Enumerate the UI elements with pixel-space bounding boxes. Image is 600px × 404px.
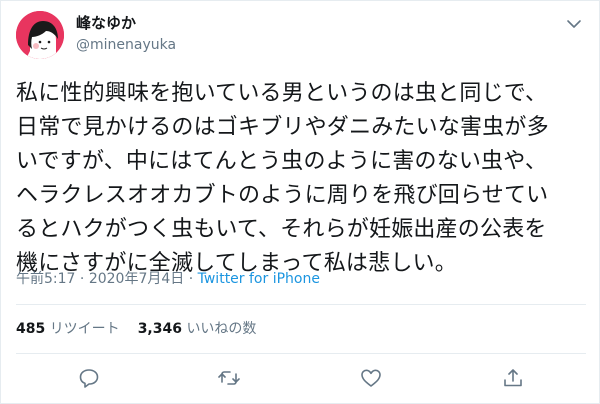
user-handle[interactable]: @minenayuka xyxy=(76,35,176,55)
divider-2 xyxy=(16,353,586,354)
display-name[interactable]: 峰なゆか xyxy=(76,13,176,33)
tweet-date[interactable]: 2020年7月4日 xyxy=(89,271,184,287)
retweets-stat[interactable]: 485 リツイート xyxy=(16,321,120,337)
likes-label: いいねの数 xyxy=(186,321,257,337)
divider xyxy=(16,304,586,305)
tweet-text: 私に性的興味を抱いている男というのは虫と同じで、 日常で見かけるのはゴキブリやダ… xyxy=(16,81,549,276)
tweet-stats: 485 リツイート 3,346 いいねの数 xyxy=(16,319,256,339)
tweet-source[interactable]: Twitter for iPhone xyxy=(198,271,320,287)
tweet-time[interactable]: 午前5:17 xyxy=(16,271,75,287)
tweet-meta: 午前5:17 · 2020年7月4日 · Twitter for iPhone xyxy=(16,269,320,289)
heart-icon[interactable] xyxy=(359,366,385,392)
share-icon[interactable] xyxy=(501,366,527,392)
retweet-icon[interactable] xyxy=(217,366,243,392)
meta-separator: · xyxy=(75,271,89,287)
tweet-card: 峰なゆか @minenayuka 私に性的興味を抱いている男というのは虫と同じで… xyxy=(0,0,600,404)
user-info: 峰なゆか @minenayuka xyxy=(76,13,176,55)
action-bar xyxy=(1,366,600,396)
retweets-label: リツイート xyxy=(49,321,120,337)
avatar[interactable] xyxy=(16,11,64,59)
reply-icon[interactable] xyxy=(77,366,103,392)
meta-separator-2: · xyxy=(184,271,198,287)
avatar-illustration xyxy=(16,11,64,59)
likes-stat[interactable]: 3,346 いいねの数 xyxy=(138,321,257,337)
retweets-count: 485 xyxy=(16,321,46,337)
likes-count: 3,346 xyxy=(137,321,182,337)
chevron-down-icon[interactable] xyxy=(565,15,583,33)
